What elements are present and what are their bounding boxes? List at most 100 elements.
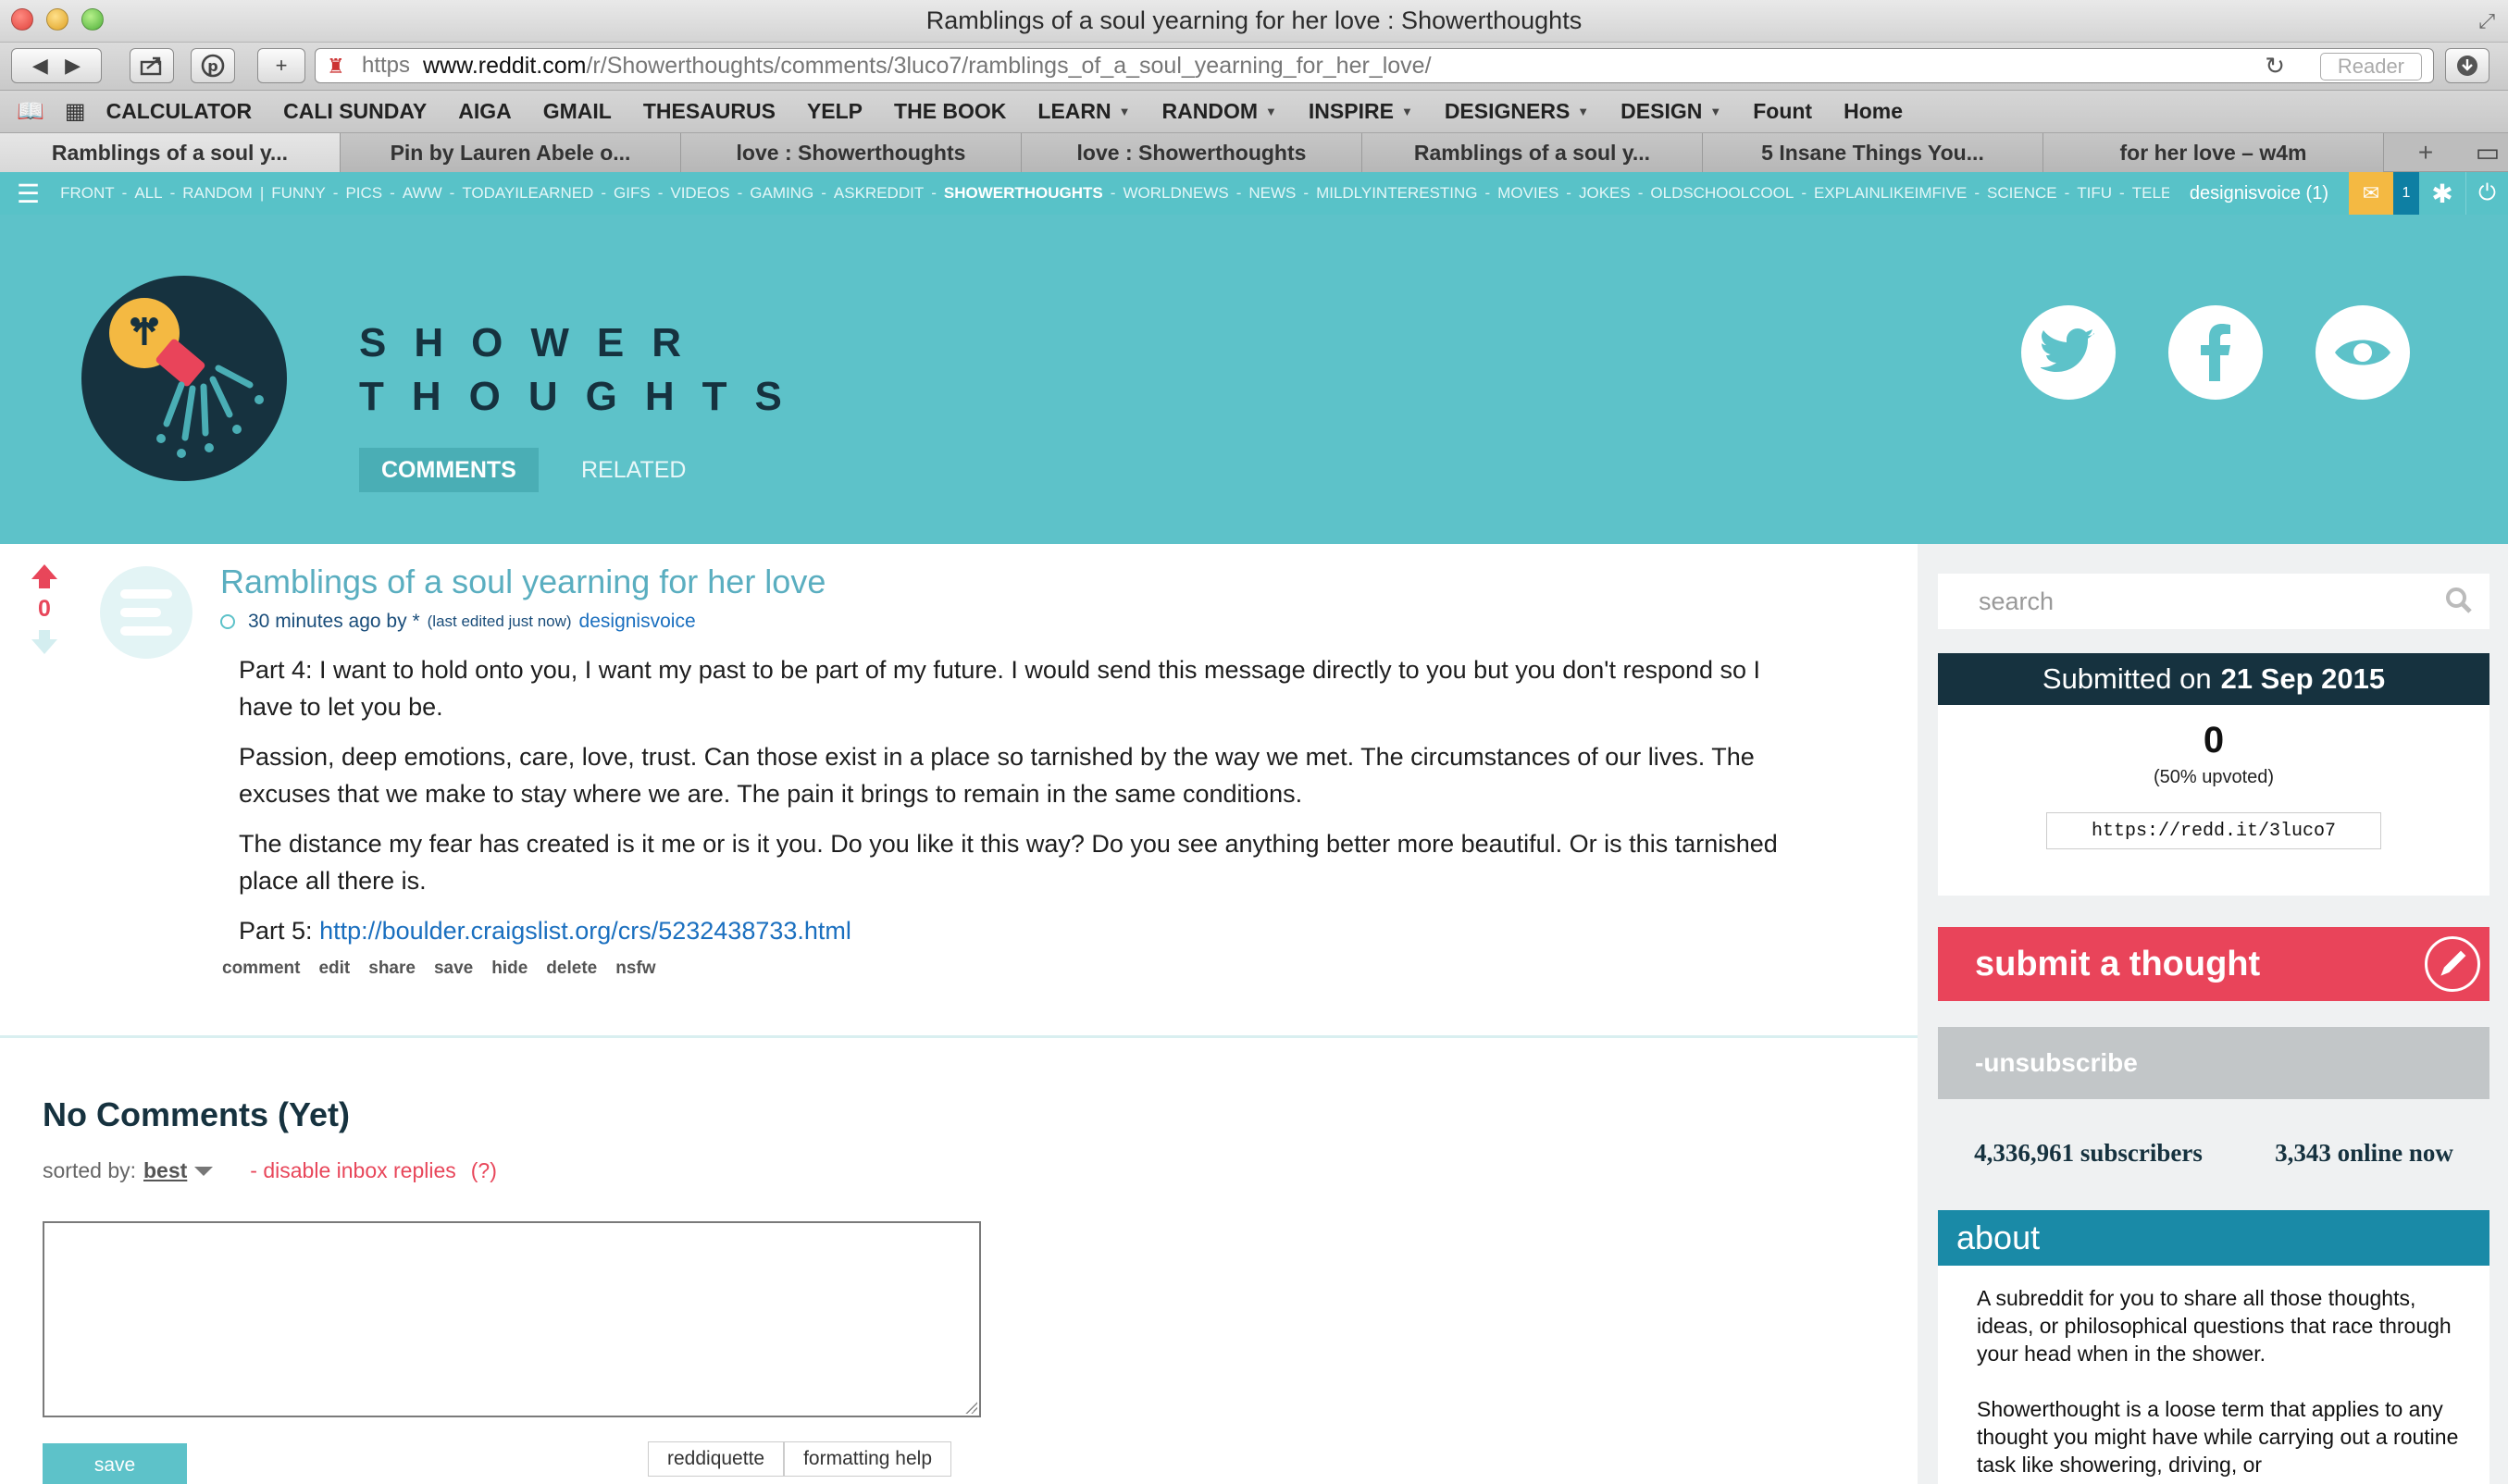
zoom-window-button[interactable]: [81, 8, 104, 31]
subreddit-link[interactable]: AWW: [403, 184, 442, 203]
browser-tab[interactable]: Pin by Lauren Abele o...: [341, 133, 681, 172]
bookmark-item[interactable]: CALCULATOR: [106, 99, 253, 124]
post-action-save[interactable]: save: [434, 958, 473, 979]
tab-comments[interactable]: COMMENTS: [359, 448, 539, 492]
subreddit-link[interactable]: OLDSCHOOLCOOL: [1650, 184, 1794, 203]
reddiquette-button[interactable]: reddiquette: [648, 1441, 785, 1477]
pinterest-button[interactable]: p: [191, 48, 235, 83]
shortlink-field[interactable]: https://redd.it/3luco7: [2046, 812, 2381, 849]
formatting-help-button[interactable]: formatting help: [784, 1441, 952, 1477]
browser-tab[interactable]: Ramblings of a soul y...: [0, 133, 341, 172]
bookmark-item[interactable]: INSPIRE ▼: [1309, 99, 1413, 124]
bookmark-item[interactable]: DESIGN ▼: [1620, 99, 1721, 124]
search-input[interactable]: search: [1979, 587, 2054, 616]
subreddit-link[interactable]: GIFS: [614, 184, 651, 203]
resize-handle-icon[interactable]: [964, 1401, 977, 1414]
browser-tab[interactable]: for her love – w4m: [2043, 133, 2384, 172]
self-post-thumbnail-icon[interactable]: [100, 566, 192, 659]
search-icon[interactable]: [2445, 587, 2473, 614]
back-forward-buttons[interactable]: ◀ ▶: [11, 48, 102, 83]
subreddit-link[interactable]: MILDLYINTERESTING: [1316, 184, 1477, 203]
subreddit-link[interactable]: PICS: [345, 184, 382, 203]
reader-button[interactable]: Reader: [2319, 53, 2422, 80]
forward-icon[interactable]: ▶: [65, 54, 81, 78]
subreddit-link[interactable]: WORLDNEWS: [1123, 184, 1228, 203]
subreddit-link[interactable]: ALL: [134, 184, 162, 203]
unsubscribe-button[interactable]: -unsubscribe: [1938, 1027, 2489, 1099]
mail-count-badge[interactable]: 1: [2393, 172, 2419, 215]
bookmark-item[interactable]: AIGA: [458, 99, 512, 124]
search-box[interactable]: search: [1938, 574, 2489, 629]
new-tab-button[interactable]: +: [257, 48, 305, 83]
chevron-down-icon[interactable]: [194, 1166, 214, 1176]
comment-textarea[interactable]: [43, 1221, 981, 1417]
submit-thought-button[interactable]: submit a thought: [1938, 927, 2489, 1001]
subreddit-link[interactable]: RANDOM: [182, 184, 253, 203]
bookmark-item[interactable]: GMAIL: [543, 99, 612, 124]
save-comment-button[interactable]: save: [43, 1443, 187, 1484]
help-link[interactable]: (?): [471, 1158, 497, 1183]
post-action-share[interactable]: share: [368, 958, 416, 979]
browser-tab[interactable]: love : Showerthoughts: [681, 133, 1022, 172]
subreddit-link[interactable]: VIDEOS: [670, 184, 729, 203]
bookmark-item[interactable]: RANDOM ▼: [1162, 99, 1277, 124]
menu-icon[interactable]: ☰: [17, 179, 40, 209]
username-link[interactable]: designisvoice (1): [2169, 183, 2349, 204]
eye-button[interactable]: [2316, 305, 2410, 400]
browser-tab[interactable]: 5 Insane Things You...: [1703, 133, 2043, 172]
twitter-button[interactable]: [2021, 305, 2116, 400]
minimize-window-button[interactable]: [46, 8, 68, 31]
subreddit-link[interactable]: SHOWERTHOUGHTS: [944, 184, 1103, 203]
post-action-comment[interactable]: comment: [222, 958, 300, 979]
mail-icon[interactable]: ✉: [2349, 172, 2393, 215]
logout-icon[interactable]: ⏻: [2465, 172, 2508, 215]
post-action-nsfw[interactable]: nsfw: [615, 958, 655, 979]
back-icon[interactable]: ◀: [32, 54, 48, 78]
reading-list-icon[interactable]: 📖: [17, 98, 44, 125]
add-tab-icon[interactable]: +: [2384, 133, 2467, 172]
facebook-button[interactable]: [2168, 305, 2263, 400]
subreddit-link[interactable]: EXPLAINLIKEIMFIVE: [1814, 184, 1967, 203]
disable-inbox-replies-link[interactable]: - disable inbox replies: [250, 1158, 455, 1183]
post-author[interactable]: designisvoice: [579, 611, 696, 633]
bookmark-item[interactable]: DESIGNERS ▼: [1445, 99, 1589, 124]
bookmark-item[interactable]: CALI SUNDAY: [283, 99, 427, 124]
subreddit-link[interactable]: TIFU: [2077, 184, 2112, 203]
subreddit-link[interactable]: NEWS: [1248, 184, 1296, 203]
subreddit-link[interactable]: TODAYILEARNED: [462, 184, 593, 203]
bookmark-item[interactable]: Fount: [1753, 99, 1812, 124]
subreddit-link[interactable]: SCIENCE: [1987, 184, 2057, 203]
upvote-arrow-icon[interactable]: [26, 564, 63, 588]
top-sites-grid-icon[interactable]: ▦: [65, 98, 86, 125]
tab-related[interactable]: RELATED: [559, 448, 708, 492]
close-window-button[interactable]: [11, 8, 33, 31]
bookmark-item[interactable]: THESAURUS: [643, 99, 776, 124]
bookmark-item[interactable]: Home: [1844, 99, 1903, 124]
sort-dropdown[interactable]: best: [143, 1158, 187, 1183]
reload-icon[interactable]: ↻: [2265, 52, 2285, 80]
subreddit-link[interactable]: FRONT: [60, 184, 115, 203]
subreddit-link[interactable]: FUNNY: [271, 184, 326, 203]
browser-tab[interactable]: Ramblings of a soul y...: [1362, 133, 1703, 172]
tab-overview-icon[interactable]: ▭: [2467, 133, 2508, 171]
subreddit-link[interactable]: GAMING: [750, 184, 813, 203]
post-action-hide[interactable]: hide: [491, 958, 528, 979]
share-button[interactable]: [130, 48, 174, 83]
post-action-delete[interactable]: delete: [546, 958, 597, 979]
downloads-button[interactable]: [2445, 48, 2489, 83]
fullscreen-icon[interactable]: ⤢: [2478, 9, 2495, 33]
subreddit-link[interactable]: JOKES: [1579, 184, 1631, 203]
part5-link[interactable]: http://boulder.craigslist.org/crs/523243…: [319, 917, 851, 945]
bookmark-item[interactable]: LEARN ▼: [1037, 99, 1130, 124]
preferences-icon[interactable]: ✱: [2419, 172, 2465, 215]
subreddit-link[interactable]: MOVIES: [1497, 184, 1558, 203]
browser-tab[interactable]: love : Showerthoughts: [1022, 133, 1362, 172]
bookmark-item[interactable]: YELP: [807, 99, 863, 124]
showerthoughts-logo[interactable]: [81, 276, 287, 481]
subreddit-link[interactable]: ASKREDDIT: [834, 184, 924, 203]
post-action-edit[interactable]: edit: [318, 958, 350, 979]
post-title[interactable]: Ramblings of a soul yearning for her lov…: [220, 563, 826, 601]
address-bar[interactable]: ♜ https www.reddit.com /r/Showerthoughts…: [315, 48, 2434, 83]
downvote-arrow-icon[interactable]: [26, 630, 63, 654]
bookmark-item[interactable]: THE BOOK: [894, 99, 1006, 124]
